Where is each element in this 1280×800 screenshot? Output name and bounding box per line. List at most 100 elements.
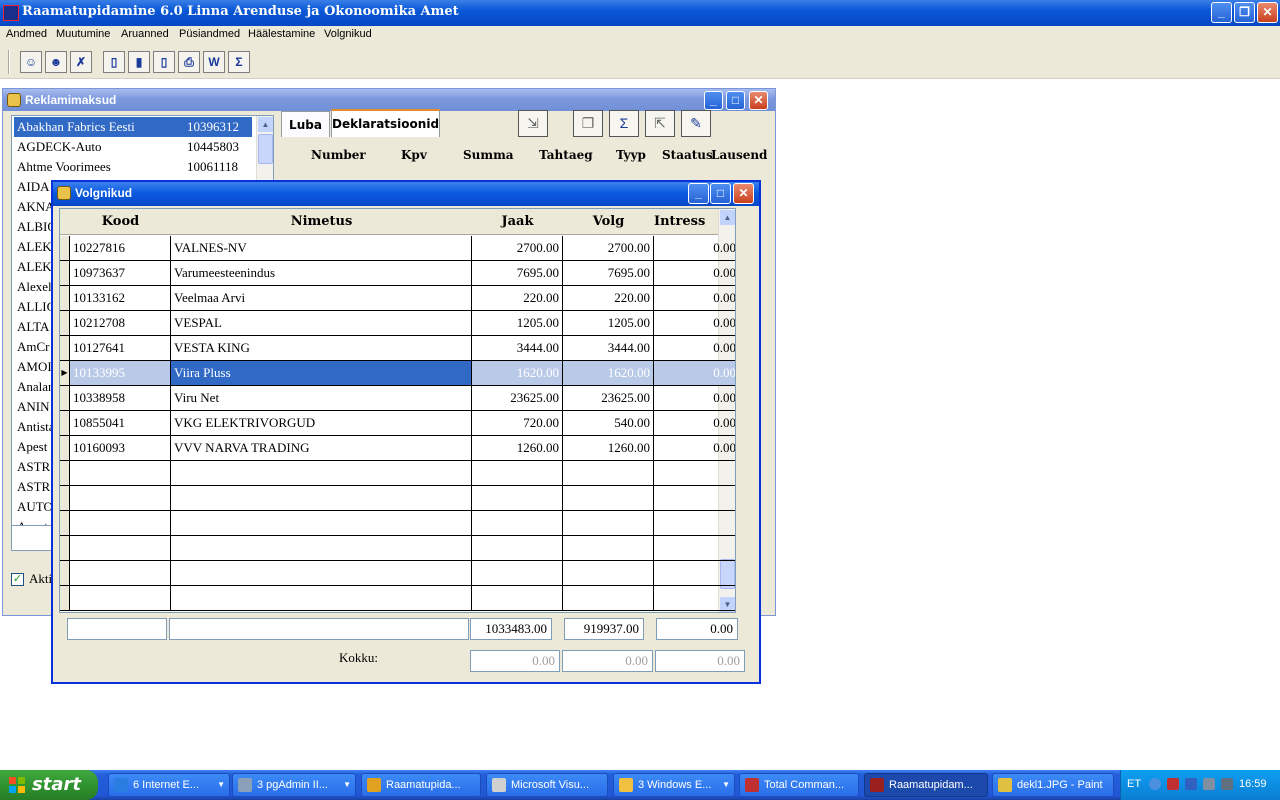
cell-intress[interactable]: 0.00 — [654, 361, 735, 385]
clock[interactable]: 16:59 — [1239, 778, 1267, 790]
tray-monitor-icon[interactable] — [1221, 778, 1233, 790]
row-indicator[interactable] — [60, 286, 70, 310]
taskbar-button[interactable]: 3 Windows E... ▼ — [613, 773, 735, 797]
cell-volg[interactable] — [563, 536, 654, 560]
filter-kood-field[interactable] — [67, 618, 167, 640]
cell-kood[interactable]: 10338958 — [70, 386, 171, 410]
cell-volg[interactable]: 23625.00 — [563, 386, 654, 410]
cell-jaak[interactable]: 720.00 — [472, 411, 563, 435]
tray-speaker-icon[interactable] — [1203, 778, 1215, 790]
user-arrow-icon[interactable]: ☻ — [45, 51, 67, 73]
cell-jaak[interactable]: 1205.00 — [472, 311, 563, 335]
filter-nimetus-field[interactable] — [169, 618, 469, 640]
scroll-thumb[interactable] — [258, 134, 273, 164]
sum-icon[interactable]: Σ — [228, 51, 250, 73]
cell-intress[interactable] — [654, 511, 735, 535]
cell-volg[interactable]: 7695.00 — [563, 261, 654, 285]
cell-volg[interactable] — [563, 461, 654, 485]
users-icon[interactable]: ☺ — [20, 51, 42, 73]
close-button[interactable]: ✕ — [733, 183, 754, 204]
cell-intress[interactable]: 0.00 — [654, 236, 735, 260]
cell-jaak[interactable] — [472, 461, 563, 485]
sum-doc-icon[interactable]: Σ — [609, 110, 639, 137]
row-indicator[interactable] — [60, 411, 70, 435]
minimize-button[interactable]: _ — [704, 91, 723, 110]
cell-kood[interactable]: 10133995 — [70, 361, 171, 385]
cell-jaak[interactable]: 1620.00 — [472, 361, 563, 385]
cell-kood[interactable] — [70, 461, 171, 485]
cell-nimetus[interactable]: VALNES-NV — [171, 236, 472, 260]
debtors-grid[interactable]: Kood Nimetus Jaak Volg Intress ▲ ▼ 10227… — [59, 208, 736, 613]
cell-nimetus[interactable]: Viru Net — [171, 386, 472, 410]
cell-jaak[interactable]: 7695.00 — [472, 261, 563, 285]
delete-doc-icon[interactable]: ▯ — [153, 51, 175, 73]
list-item[interactable]: Ahtme Voorimees 10061118 — [14, 157, 252, 177]
taskbar-button[interactable]: Total Comman... — [739, 773, 859, 797]
cell-nimetus[interactable] — [171, 536, 472, 560]
taskbar-button[interactable]: dekl1.JPG - Paint — [992, 773, 1114, 797]
cell-volg[interactable]: 220.00 — [563, 286, 654, 310]
list-item[interactable]: AGDECK-Auto 10445803 — [14, 137, 252, 157]
taskbar-button[interactable]: Raamatupida... — [361, 773, 481, 797]
cell-jaak[interactable] — [472, 561, 563, 585]
cell-nimetus[interactable]: Varumeesteenindus — [171, 261, 472, 285]
restore-button[interactable]: ❐ — [1234, 2, 1255, 23]
cell-volg[interactable]: 3444.00 — [563, 336, 654, 360]
cell-nimetus[interactable]: VESPAL — [171, 311, 472, 335]
col-number[interactable]: Number — [311, 148, 366, 162]
tab-luba[interactable]: Luba — [281, 111, 330, 137]
cell-kood[interactable]: 10212708 — [70, 311, 171, 335]
cell-kood[interactable]: 10973637 — [70, 261, 171, 285]
menu-haalestamine[interactable]: Häälestamine — [248, 28, 315, 40]
cell-kood[interactable] — [70, 586, 171, 610]
col-kpv[interactable]: Kpv — [401, 148, 427, 162]
start-button[interactable]: start — [0, 770, 98, 800]
copy-icon[interactable]: ❐ — [573, 110, 603, 137]
maximize-button[interactable]: □ — [710, 183, 731, 204]
row-indicator[interactable] — [60, 461, 70, 485]
cell-nimetus[interactable] — [171, 461, 472, 485]
maximize-button[interactable]: □ — [726, 91, 745, 110]
table-row[interactable]: 10160093 VVV NARVA TRADING 1260.00 1260.00 0… — [60, 436, 735, 461]
cell-jaak[interactable]: 1260.00 — [472, 436, 563, 460]
taskbar-button[interactable]: Raamatupidam... — [864, 773, 988, 797]
edit-doc-icon[interactable]: ▮ — [128, 51, 150, 73]
row-indicator[interactable]: ▶ — [60, 361, 70, 385]
cell-nimetus[interactable] — [171, 586, 472, 610]
tab-deklaratsioonid[interactable]: Deklaratsioonid — [331, 109, 440, 137]
table-row[interactable]: ▶ 10133995 Viira Pluss 1620.00 1620.00 0.00 — [60, 361, 735, 386]
row-indicator[interactable] — [60, 311, 70, 335]
col-staatus[interactable]: Staatus — [662, 148, 713, 162]
cell-volg[interactable]: 540.00 — [563, 411, 654, 435]
col-kood[interactable]: Kood — [70, 214, 171, 229]
cell-nimetus[interactable]: VESTA KING — [171, 336, 472, 360]
cell-nimetus[interactable]: VKG ELEKTRIVORGUD — [171, 411, 472, 435]
menu-muutumine[interactable]: Muutumine — [56, 28, 110, 40]
taskbar-button[interactable]: 3 pgAdmin II... ▼ — [232, 773, 356, 797]
row-indicator[interactable] — [60, 386, 70, 410]
cell-volg[interactable] — [563, 511, 654, 535]
col-summa[interactable]: Summa — [463, 148, 514, 162]
taskbar-button[interactable]: 6 Internet E... ▼ — [108, 773, 230, 797]
cell-jaak[interactable] — [472, 536, 563, 560]
cell-jaak[interactable]: 23625.00 — [472, 386, 563, 410]
cell-kood[interactable]: 10127641 — [70, 336, 171, 360]
cell-kood[interactable]: 10227816 — [70, 236, 171, 260]
col-nimetus[interactable]: Nimetus — [171, 214, 472, 229]
menu-volgnikud[interactable]: Volgnikud — [324, 28, 372, 40]
tray-shield-icon[interactable] — [1185, 778, 1197, 790]
row-indicator[interactable] — [60, 336, 70, 360]
cell-kood[interactable]: 10133162 — [70, 286, 171, 310]
active-checkbox[interactable]: ✓ — [11, 573, 24, 586]
cell-jaak[interactable] — [472, 486, 563, 510]
tray-arrow-icon[interactable] — [1149, 778, 1161, 790]
cell-nimetus[interactable] — [171, 511, 472, 535]
cell-intress[interactable] — [654, 461, 735, 485]
tray-network-icon[interactable] — [1167, 778, 1179, 790]
row-indicator[interactable] — [60, 261, 70, 285]
cell-intress[interactable] — [654, 536, 735, 560]
table-row[interactable]: 10855041 VKG ELEKTRIVORGUD 720.00 540.00 0.0… — [60, 411, 735, 436]
cell-jaak[interactable] — [472, 586, 563, 610]
scroll-up-icon[interactable]: ▲ — [720, 210, 735, 225]
table-row[interactable]: 10973637 Varumeesteenindus 7695.00 7695.00 0… — [60, 261, 735, 286]
